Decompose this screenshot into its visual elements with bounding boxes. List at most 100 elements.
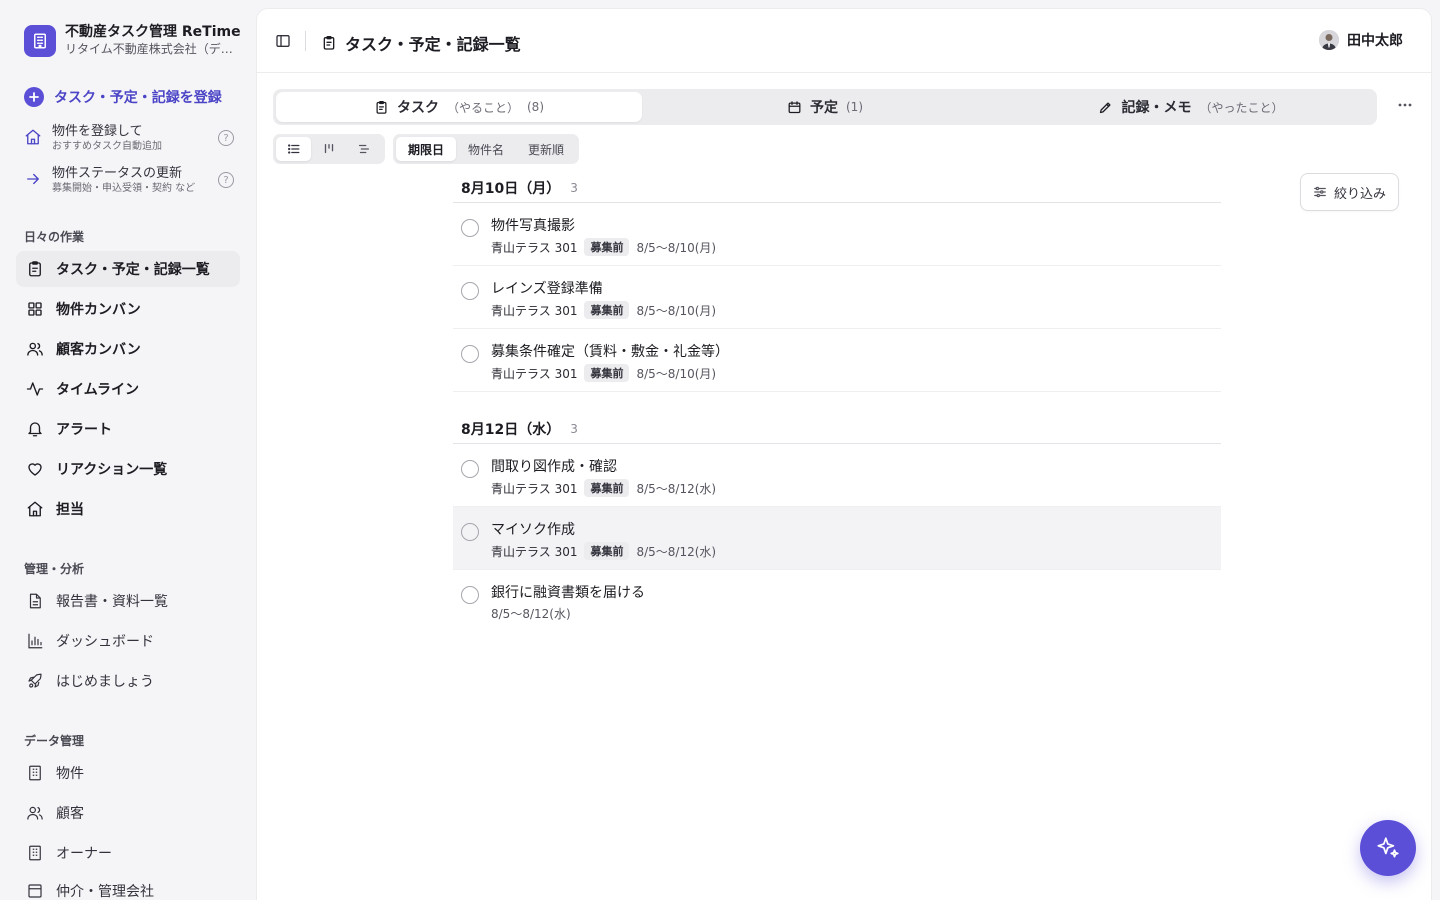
sidebar-item-owners[interactable]: オーナー (16, 835, 240, 871)
task-checkbox[interactable] (461, 586, 479, 604)
sidebar-item-alert[interactable]: アラート (16, 411, 240, 447)
main-panel: タスク・予定・記録一覧 田中太郎 タスク （やること） (8) 予定 (1) 記… (256, 8, 1432, 900)
more-icon[interactable] (1397, 97, 1413, 113)
sidebar-item-dashboard[interactable]: ダッシュボード (16, 623, 240, 659)
task-title: 銀行に融資書類を届ける (491, 585, 645, 601)
task-date-range: 8/5〜8/12(水) (636, 481, 717, 496)
sidebar-item-label: 物件 (56, 766, 84, 782)
task-checkbox[interactable] (461, 345, 479, 363)
user-name: 田中太郎 (1347, 33, 1403, 49)
ai-assistant-button[interactable] (1360, 820, 1416, 876)
tab-records[interactable]: 記録・メモ （やったこと） (1008, 92, 1374, 122)
bar-chart-icon (26, 632, 44, 650)
sidebar-item-reactions[interactable]: リアクション一覧 (16, 451, 240, 487)
brand-subtitle: リタイム不動産株式会社（デモ） (65, 42, 240, 56)
kanban-view-button[interactable] (311, 137, 346, 161)
sidebar-item-timeline[interactable]: タイムライン (16, 371, 240, 407)
grid-icon (26, 300, 44, 318)
user-menu[interactable]: 田中太郎 (1319, 30, 1403, 50)
sidebar-item-task-list[interactable]: タスク・予定・記録一覧 (16, 251, 240, 287)
register-property-title: 物件を登録して (52, 124, 143, 139)
sidebar-item-getting-started[interactable]: はじめましょう (16, 663, 240, 699)
task-row[interactable]: 募集条件確定（賃料・敷金・礼金等） 青山テラス 301 募集前 8/5〜8/10… (453, 329, 1221, 392)
task-checkbox[interactable] (461, 282, 479, 300)
tab-sub: （やったこと） (1199, 100, 1284, 115)
gantt-icon (357, 142, 371, 156)
columns-icon (322, 142, 336, 156)
sidebar-item-properties[interactable]: 物件 (16, 755, 240, 791)
clipboard-icon (26, 260, 44, 278)
help-icon[interactable]: ? (218, 172, 234, 188)
sort-due-date[interactable]: 期限日 (396, 137, 457, 161)
gantt-view-button[interactable] (346, 137, 381, 161)
list-view-button[interactable] (276, 137, 311, 161)
rocket-icon (26, 672, 44, 690)
task-row[interactable]: 銀行に融資書類を届ける 8/5〜8/12(水) (453, 570, 1221, 633)
sidebar-item-label: タイムライン (56, 382, 140, 398)
date-group-header: 8月12日（水） 3 (453, 414, 1221, 444)
group-date: 8月12日（水） (461, 421, 561, 438)
sidebar-item-assignee[interactable]: 担当 (16, 491, 240, 527)
sort-updated[interactable]: 更新順 (516, 137, 576, 161)
sidebar-item-label: 担当 (56, 502, 84, 518)
task-row[interactable]: レインズ登録準備 青山テラス 301 募集前 8/5〜8/10(月) (453, 266, 1221, 329)
section-daily: 日々の作業 (24, 230, 85, 244)
update-status-action[interactable]: 物件ステータスの更新 募集開始・申込受領・契約 など ? (24, 166, 234, 195)
store-icon (26, 882, 44, 900)
task-title: レインズ登録準備 (491, 281, 603, 297)
task-checkbox[interactable] (461, 460, 479, 478)
section-manage: 管理・分析 (24, 562, 85, 576)
sidebar-item-label: アラート (56, 422, 112, 438)
sidebar-item-agencies[interactable]: 仲介・管理会社 (16, 873, 240, 900)
register-button[interactable]: タスク・予定・記録を登録 (24, 87, 222, 107)
heart-icon (26, 460, 44, 478)
tab-label: 記録・メモ (1121, 100, 1192, 116)
task-date-range: 8/5〜8/10(月) (636, 240, 717, 255)
tab-label: タスク (396, 100, 439, 116)
building-logo-icon (24, 24, 56, 57)
task-row[interactable]: 間取り図作成・確認 青山テラス 301 募集前 8/5〜8/12(水) (453, 444, 1221, 507)
tab-sub: （やること） (446, 100, 519, 115)
register-property-action[interactable]: 物件を登録して おすすめタスク自動追加 ? (24, 124, 234, 153)
sliders-icon (1313, 185, 1327, 199)
group-count: 3 (570, 180, 578, 195)
section-data: データ管理 (24, 734, 85, 748)
sidebar-item-label: リアクション一覧 (56, 462, 168, 478)
task-property: 青山テラス 301 (491, 240, 578, 255)
sidebar-item-label: 物件カンバン (56, 302, 141, 318)
filter-button[interactable]: 絞り込み (1299, 173, 1399, 211)
help-icon[interactable]: ? (218, 130, 234, 146)
brand-title: 不動産タスク管理 ReTime (65, 24, 241, 40)
brand[interactable]: 不動産タスク管理 ReTime リタイム不動産株式会社（デモ） (24, 24, 241, 57)
sidebar-item-label: 顧客 (56, 806, 84, 822)
view-mode-group (273, 134, 385, 164)
sidebar-item-customers[interactable]: 顧客 (16, 795, 240, 831)
tab-label: 予定 (810, 100, 838, 116)
task-title: 募集条件確定（賃料・敷金・礼金等） (491, 344, 729, 360)
avatar (1319, 30, 1339, 50)
task-date-range: 8/5〜8/10(月) (636, 303, 717, 318)
sidebar-item-label: 顧客カンバン (56, 342, 141, 358)
tab-tasks[interactable]: タスク （やること） (8) (276, 92, 642, 122)
home-icon (26, 500, 44, 518)
task-row[interactable]: 物件写真撮影 青山テラス 301 募集前 8/5〜8/10(月) (453, 203, 1221, 266)
task-date-range: 8/5〜8/12(水) (636, 544, 717, 559)
sidebar-toggle-icon[interactable] (275, 33, 291, 49)
activity-icon (26, 380, 44, 398)
sidebar-item-customer-kanban[interactable]: 顧客カンバン (16, 331, 240, 367)
topbar: タスク・予定・記録一覧 田中太郎 (257, 9, 1431, 73)
sidebar: 不動産タスク管理 ReTime リタイム不動産株式会社（デモ） タスク・予定・記… (0, 0, 256, 900)
sidebar-item-label: ダッシュボード (56, 634, 154, 650)
task-checkbox[interactable] (461, 219, 479, 237)
register-button-label: タスク・予定・記録を登録 (54, 90, 222, 106)
divider (305, 31, 306, 51)
sort-property-name[interactable]: 物件名 (456, 137, 516, 161)
sidebar-item-label: オーナー (56, 846, 112, 862)
task-property: 青山テラス 301 (491, 544, 578, 559)
tab-schedule[interactable]: 予定 (1) (642, 92, 1008, 122)
sidebar-item-property-kanban[interactable]: 物件カンバン (16, 291, 240, 327)
task-checkbox[interactable] (461, 523, 479, 541)
task-row[interactable]: マイソク作成 青山テラス 301 募集前 8/5〜8/12(水) (453, 507, 1221, 570)
register-property-note: おすすめタスク自動追加 (52, 141, 162, 152)
sidebar-item-reports[interactable]: 報告書・資料一覧 (16, 583, 240, 619)
